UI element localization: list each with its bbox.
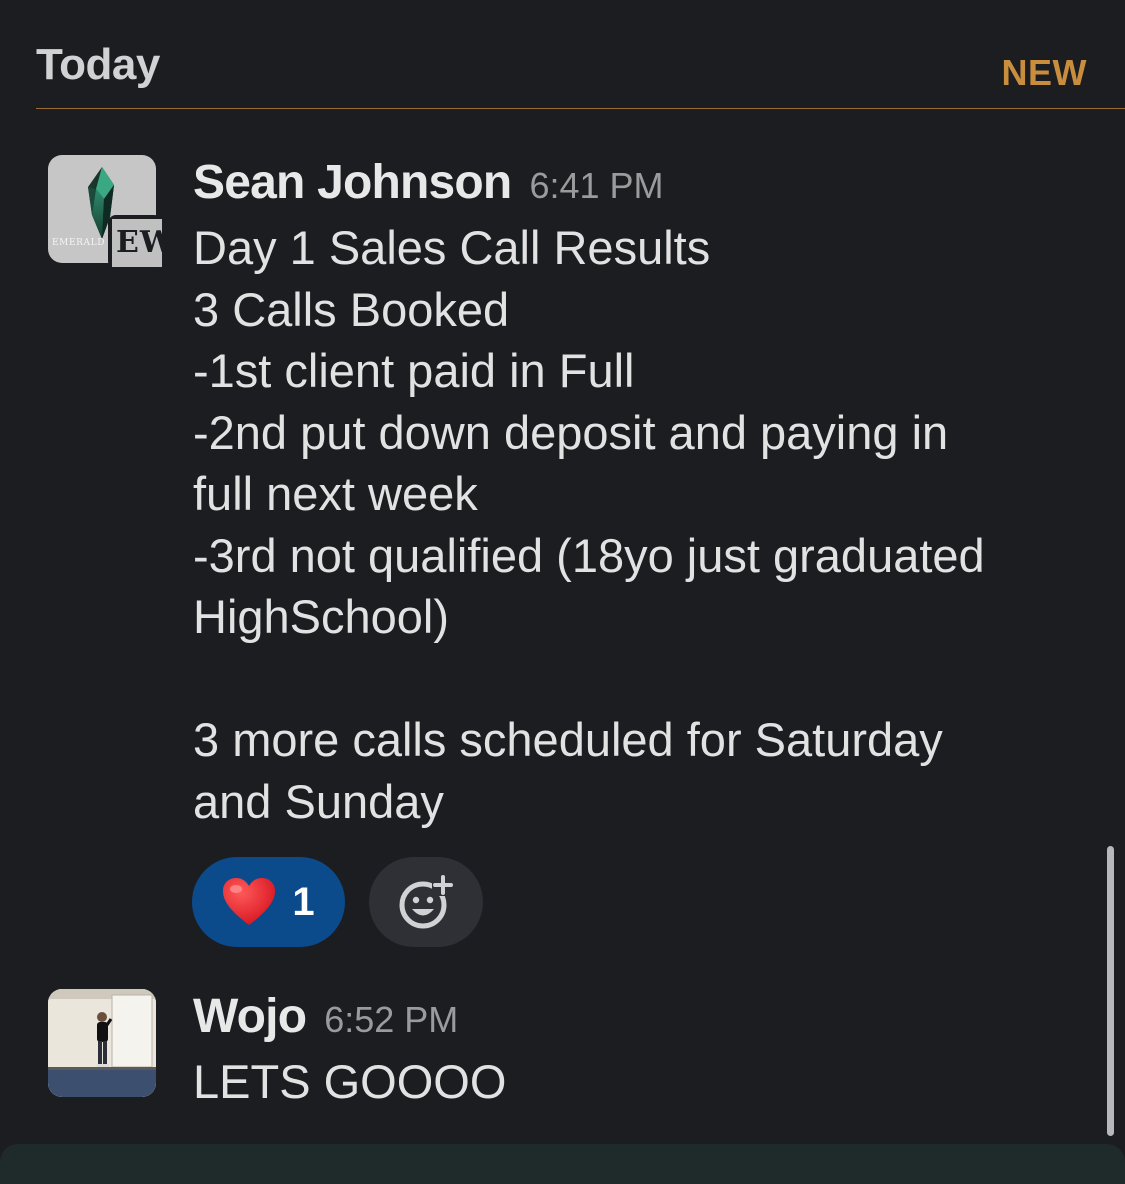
message-text: LETS GOOOO — [193, 1055, 507, 1108]
speaker-photo-icon — [48, 989, 156, 1097]
day-divider: Today NEW — [36, 0, 1125, 109]
author-name[interactable]: Sean Johnson — [193, 155, 512, 210]
author-name[interactable]: Wojo — [193, 989, 307, 1044]
day-title: Today — [36, 40, 160, 89]
add-reaction-button[interactable] — [369, 857, 483, 947]
message-header: Sean Johnson 6:41 PM — [193, 155, 1085, 215]
avatar[interactable] — [48, 989, 156, 1097]
heart-icon — [223, 878, 276, 925]
add-emoji-icon — [399, 874, 454, 929]
new-messages-label: NEW — [1001, 52, 1087, 93]
timestamp[interactable]: 6:52 PM — [324, 999, 458, 1041]
ew-badge-text: EW — [112, 219, 162, 267]
message-header: Wojo 6:52 PM — [193, 989, 1085, 1049]
scrollbar[interactable] — [1107, 846, 1114, 1136]
message-content: Sean Johnson 6:41 PM Day 1 Sales Call Re… — [193, 155, 1085, 832]
composer-edge — [0, 1144, 1125, 1184]
ew-badge: EW — [108, 215, 162, 269]
message-content: Wojo 6:52 PM LETS GOOOO — [193, 989, 1085, 1113]
reaction-heart[interactable]: 1 — [192, 857, 345, 947]
reactions-bar: 1 — [192, 857, 483, 947]
reaction-count: 1 — [292, 879, 315, 924]
emerald-logo-word: EMERALD — [52, 238, 106, 248]
message-text: Day 1 Sales Call Results 3 Calls Booked … — [193, 221, 985, 828]
timestamp[interactable]: 6:41 PM — [529, 165, 663, 207]
